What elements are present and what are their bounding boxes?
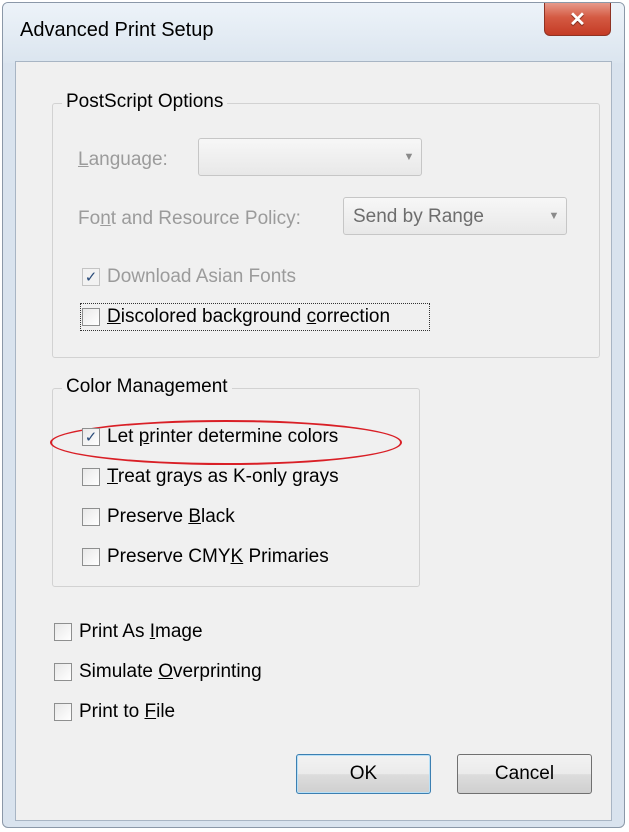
download-asian-fonts-checkbox[interactable]: ✓: [82, 268, 100, 286]
print-as-image-checkbox[interactable]: [54, 623, 72, 641]
cancel-button[interactable]: Cancel: [457, 754, 592, 794]
preserve-black-checkbox[interactable]: [82, 508, 100, 526]
language-label: Language:: [78, 149, 168, 170]
dialog-client-area: PostScript Options Language: ▼ Font and …: [15, 61, 612, 821]
treat-grays-checkbox[interactable]: [82, 468, 100, 486]
close-button[interactable]: ✕: [544, 3, 611, 36]
discolored-correction-label: Discolored background correction: [107, 306, 391, 327]
ok-button[interactable]: OK: [296, 754, 431, 794]
let-printer-determine-colors-checkbox[interactable]: ✓: [82, 428, 100, 446]
print-as-image-label: Print As Image: [79, 621, 203, 642]
print-to-file-checkbox[interactable]: [54, 703, 72, 721]
window-title: Advanced Print Setup: [20, 19, 214, 41]
print-to-file-label: Print to File: [79, 701, 176, 722]
chevron-down-icon: ▼: [548, 210, 560, 222]
close-icon: ✕: [569, 8, 586, 31]
treat-grays-label: Treat grays as K-only grays: [107, 466, 339, 487]
postscript-options-legend: PostScript Options: [62, 91, 228, 113]
dialog-window: Advanced Print Setup ✕ PostScript Option…: [2, 2, 625, 828]
color-management-legend: Color Management: [62, 376, 232, 398]
font-policy-label: Font and Resource Policy:: [78, 208, 301, 229]
title-bar[interactable]: Advanced Print Setup ✕: [3, 3, 624, 61]
preserve-cmyk-label: Preserve CMYK Primaries: [107, 546, 329, 567]
download-asian-fonts-label: Download Asian Fonts: [107, 266, 297, 287]
language-select[interactable]: ▼: [198, 138, 422, 176]
font-policy-value: Send by Range: [353, 206, 484, 227]
let-printer-determine-colors-label: Let printer determine colors: [107, 426, 339, 447]
simulate-overprinting-label: Simulate Overprinting: [79, 661, 262, 682]
font-policy-select[interactable]: Send by Range ▼: [343, 197, 567, 235]
chevron-down-icon: ▼: [403, 151, 415, 163]
preserve-black-label: Preserve Black: [107, 506, 235, 527]
preserve-cmyk-checkbox[interactable]: [82, 548, 100, 566]
simulate-overprinting-checkbox[interactable]: [54, 663, 72, 681]
